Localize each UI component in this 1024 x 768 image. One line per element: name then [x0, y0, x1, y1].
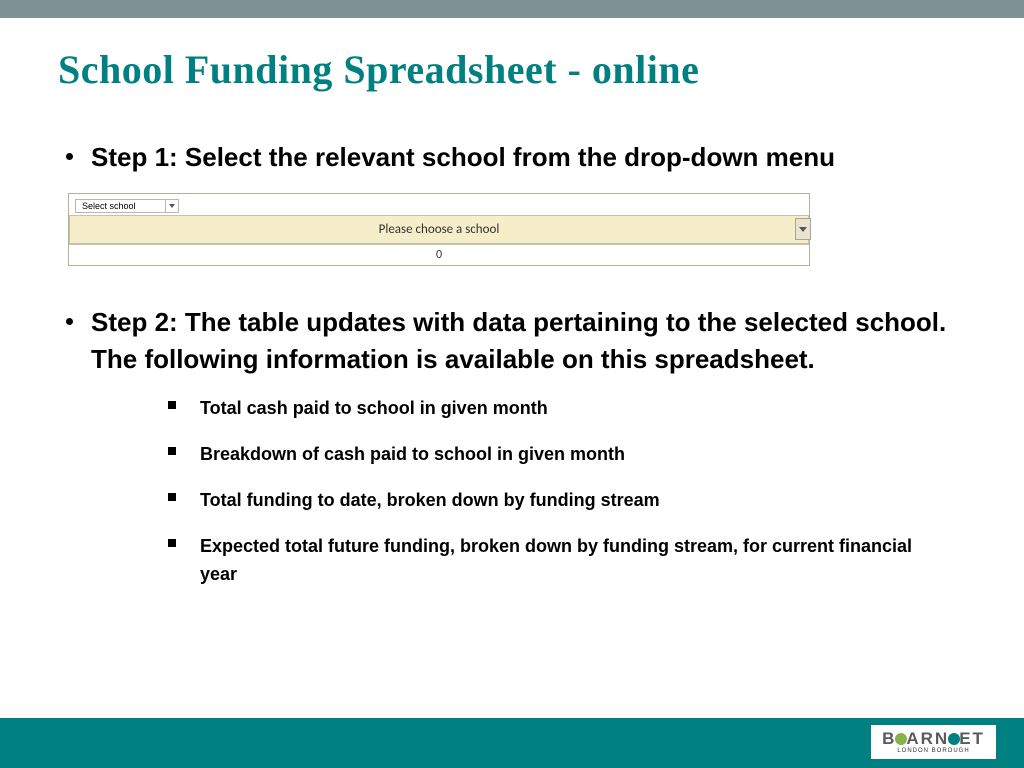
bullet-icon — [66, 153, 73, 160]
square-bullet-icon — [168, 401, 176, 409]
sub-point-text: Total funding to date, broken down by fu… — [200, 487, 660, 515]
row-dropdown-arrow-icon[interactable] — [795, 218, 811, 240]
school-dropdown-label: Select school — [82, 201, 136, 211]
slide-title: School Funding Spreadsheet - online — [58, 46, 966, 93]
value-row: 0 — [69, 244, 809, 265]
slide-body: School Funding Spreadsheet - online Step… — [0, 46, 1024, 746]
barnet-logo: B A R N E T LONDON BOROUGH — [871, 725, 996, 759]
logo-subtitle: LONDON BOROUGH — [897, 748, 969, 754]
spreadsheet-screenshot: Select school Please choose a school 0 — [68, 193, 810, 266]
choose-school-row: Please choose a school — [69, 215, 809, 244]
choose-school-prompt: Please choose a school — [379, 222, 500, 237]
sub-point-text: Total cash paid to school in given month — [200, 395, 548, 423]
step-1: Step 1: Select the relevant school from … — [58, 139, 966, 175]
sub-point-text: Expected total future funding, broken do… — [200, 533, 920, 589]
list-item: Total cash paid to school in given month — [168, 395, 966, 423]
sub-point-text: Breakdown of cash paid to school in give… — [200, 441, 625, 469]
square-bullet-icon — [168, 493, 176, 501]
step-1-text: Step 1: Select the relevant school from … — [91, 139, 835, 175]
top-band — [0, 0, 1024, 18]
square-bullet-icon — [168, 447, 176, 455]
step-2: Step 2: The table updates with data pert… — [58, 304, 966, 377]
chevron-down-icon[interactable] — [165, 200, 178, 212]
school-dropdown-cell[interactable]: Select school — [75, 199, 179, 213]
bullet-icon — [66, 318, 73, 325]
sub-point-list: Total cash paid to school in given month… — [168, 395, 966, 588]
logo-wordmark: B A R N E T — [882, 729, 985, 749]
footer-band: B A R N E T LONDON BOROUGH — [0, 718, 1024, 768]
list-item: Total funding to date, broken down by fu… — [168, 487, 966, 515]
list-item: Breakdown of cash paid to school in give… — [168, 441, 966, 469]
square-bullet-icon — [168, 539, 176, 547]
list-item: Expected total future funding, broken do… — [168, 533, 966, 589]
step-2-text: Step 2: The table updates with data pert… — [91, 304, 966, 377]
